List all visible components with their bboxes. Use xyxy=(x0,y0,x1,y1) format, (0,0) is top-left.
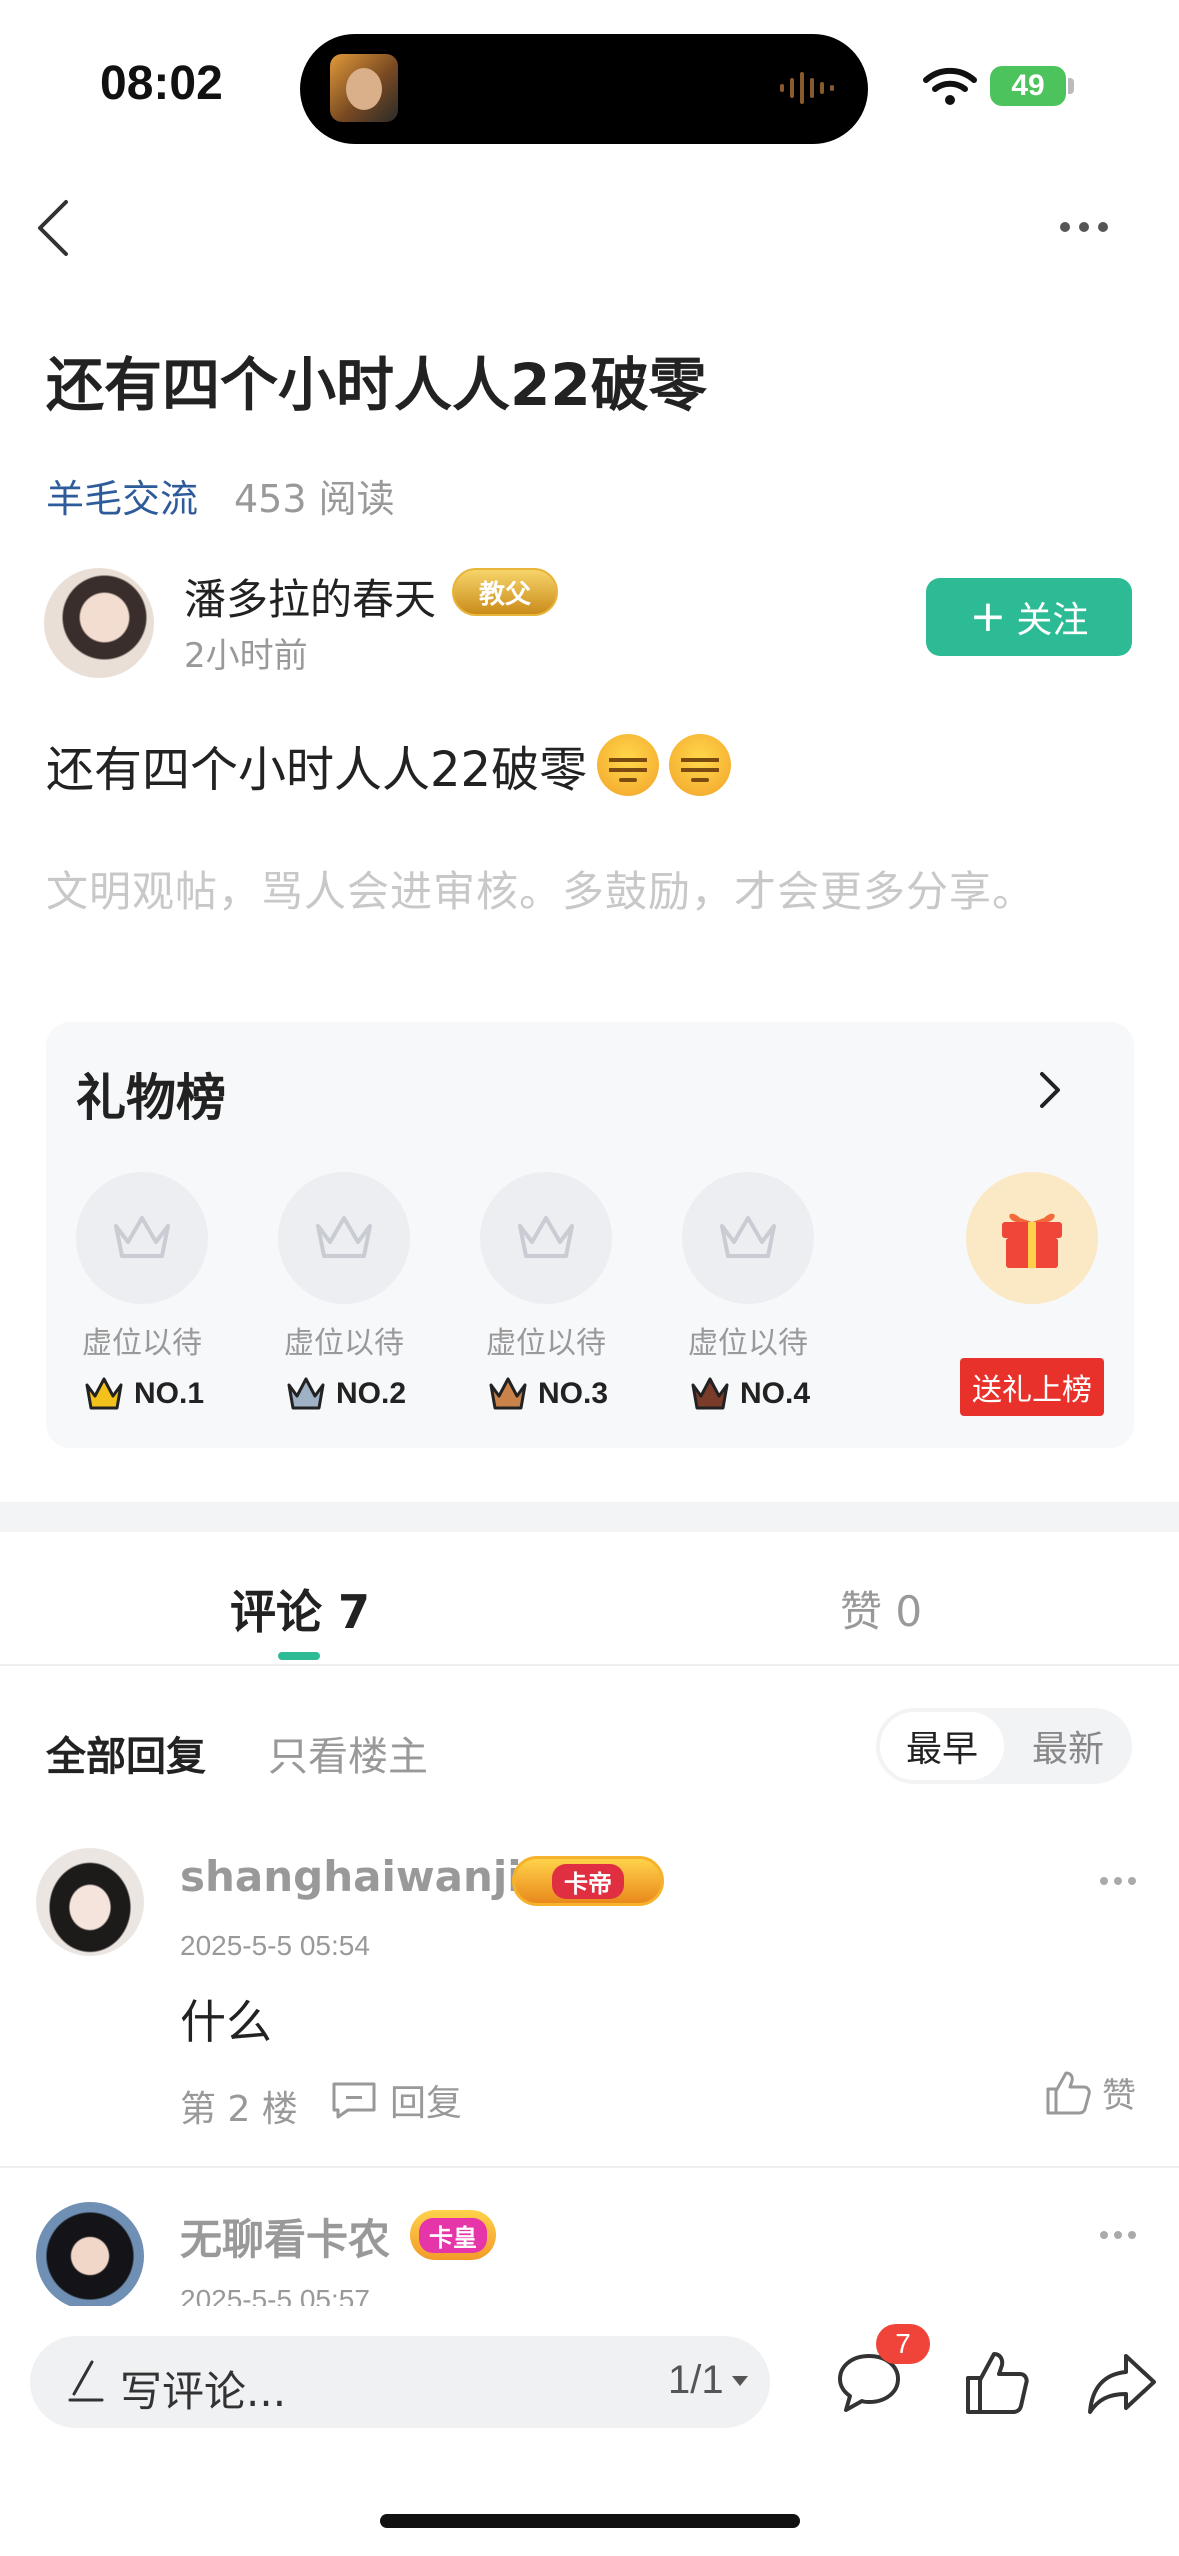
rank-label: NO.1 xyxy=(134,1377,205,1410)
commenter-avatar[interactable] xyxy=(36,2202,144,2310)
battery-cap xyxy=(1068,78,1074,94)
wifi-icon xyxy=(923,67,977,105)
reply-icon xyxy=(332,2082,376,2119)
comment-more-icon[interactable] xyxy=(1100,2228,1140,2242)
author-avatar[interactable] xyxy=(44,568,154,678)
send-gift-circle[interactable] xyxy=(966,1172,1098,1304)
page-indicator: 1/1 xyxy=(668,2358,724,2402)
comment-input-placeholder[interactable]: 写评论... xyxy=(120,2358,286,2419)
crown-icon xyxy=(316,1216,372,1258)
post-content-text: 还有四个小时人人22破零 xyxy=(46,742,588,798)
author-level-badge: 教父 xyxy=(452,568,558,616)
follow-label: 关注 xyxy=(1016,600,1089,641)
tab-comments[interactable]: 评论 7 xyxy=(230,1576,370,1642)
crown-silver-icon xyxy=(287,1377,325,1410)
sort-earliest-button[interactable]: 最早 xyxy=(880,1712,1004,1780)
gift-slot-4[interactable] xyxy=(682,1172,814,1304)
live-activity-avatar[interactable] xyxy=(330,54,398,122)
pen-icon xyxy=(68,2360,104,2402)
author-name[interactable]: 潘多拉的春天 xyxy=(184,566,436,627)
chevron-right-icon[interactable] xyxy=(1030,1066,1070,1114)
gift-slot-3[interactable] xyxy=(480,1172,612,1304)
gift-rank-2: NO.2 xyxy=(286,1376,406,1412)
comment-date: 2025-5-5 05:54 xyxy=(180,1930,370,1961)
gift-rank-3: NO.3 xyxy=(488,1376,608,1412)
badge-text: 卡皇 xyxy=(419,2217,487,2253)
follow-button[interactable]: + 关注 xyxy=(926,578,1132,656)
home-indicator[interactable] xyxy=(380,2514,800,2528)
badge-text: 卡帝 xyxy=(552,1863,624,1899)
crown-icon xyxy=(114,1216,170,1258)
more-options-icon[interactable] xyxy=(1060,212,1120,242)
tab-likes[interactable]: 赞 0 xyxy=(840,1578,922,1639)
active-tab-indicator xyxy=(278,1652,320,1660)
comment-floor: 第 2 楼 xyxy=(180,2089,298,2130)
battery-indicator: 49 xyxy=(990,66,1066,106)
comment-more-icon[interactable] xyxy=(1100,1874,1140,1888)
share-icon[interactable] xyxy=(1086,2350,1158,2416)
speechless-emoji-icon xyxy=(597,734,660,796)
post-title: 还有四个小时人人22破零 xyxy=(46,351,707,419)
speechless-emoji-icon xyxy=(669,734,732,796)
crown-gold-icon xyxy=(85,1377,123,1410)
plus-icon: + xyxy=(969,591,1007,642)
page-selector[interactable]: 1/1 xyxy=(668,2358,750,2403)
filter-all-replies[interactable]: 全部回复 xyxy=(46,1724,206,1782)
rank-label: NO.3 xyxy=(538,1377,609,1410)
like-label: 赞 xyxy=(1102,2076,1136,2116)
gift-slot-label: 虚位以待 xyxy=(688,1326,808,1361)
tab-divider xyxy=(0,1664,1179,1666)
reply-label: 回复 xyxy=(390,2083,463,2124)
gift-slot-label: 虚位以待 xyxy=(284,1326,404,1361)
crown-dark-icon xyxy=(691,1377,729,1410)
post-content: 还有四个小时人人22破零 xyxy=(46,730,732,800)
audio-wave-icon xyxy=(780,72,834,104)
commenter-avatar[interactable] xyxy=(36,1848,144,1956)
read-count: 453 阅读 xyxy=(234,477,395,521)
gift-slot-1[interactable] xyxy=(76,1172,208,1304)
gift-rank-1: NO.1 xyxy=(84,1376,204,1412)
gift-slot-2[interactable] xyxy=(278,1172,410,1304)
caret-down-icon xyxy=(731,2375,748,2386)
gift-icon xyxy=(1002,1213,1062,1268)
commenter-name[interactable]: 无聊看卡农 xyxy=(180,2206,390,2267)
status-time: 08:02 xyxy=(100,57,223,110)
commenter-level-badge: 卡帝 xyxy=(512,1856,664,1906)
rank-label: NO.4 xyxy=(740,1377,811,1410)
comment-divider xyxy=(0,2166,1179,2168)
crown-icon xyxy=(518,1216,574,1258)
gift-rank-4: NO.4 xyxy=(690,1376,810,1412)
send-gift-button[interactable]: 送礼上榜 xyxy=(960,1358,1104,1416)
comment-like-button[interactable]: 赞 xyxy=(1044,2068,1136,2117)
commenter-level-badge: 卡皇 xyxy=(410,2210,496,2260)
gift-slot-label: 虚位以待 xyxy=(82,1326,202,1361)
like-icon[interactable] xyxy=(962,2348,1030,2418)
crown-bronze-icon xyxy=(489,1377,527,1410)
crown-icon xyxy=(720,1216,776,1258)
post-time: 2小时前 xyxy=(184,636,308,676)
gift-slot-label: 虚位以待 xyxy=(486,1326,606,1361)
thumbs-up-icon xyxy=(1046,2071,1091,2114)
sort-latest-button[interactable]: 最新 xyxy=(1010,1712,1126,1780)
section-separator xyxy=(0,1502,1179,1532)
filter-owner-only[interactable]: 只看楼主 xyxy=(268,1724,428,1782)
topic-link[interactable]: 羊毛交流 xyxy=(46,468,198,523)
back-icon[interactable] xyxy=(30,196,80,260)
civility-notice: 文明观帖，骂人会进审核。多鼓励，才会更多分享。 xyxy=(46,867,1036,916)
reply-button[interactable]: 回复 xyxy=(330,2074,462,2126)
commenter-name[interactable]: shanghaiwanjia xyxy=(180,1852,550,1901)
gift-board-title: 礼物榜 xyxy=(76,1069,226,1127)
comment-text: 什么 xyxy=(180,1995,272,2049)
comment-count-badge: 7 xyxy=(876,2324,930,2364)
rank-label: NO.2 xyxy=(336,1377,407,1410)
